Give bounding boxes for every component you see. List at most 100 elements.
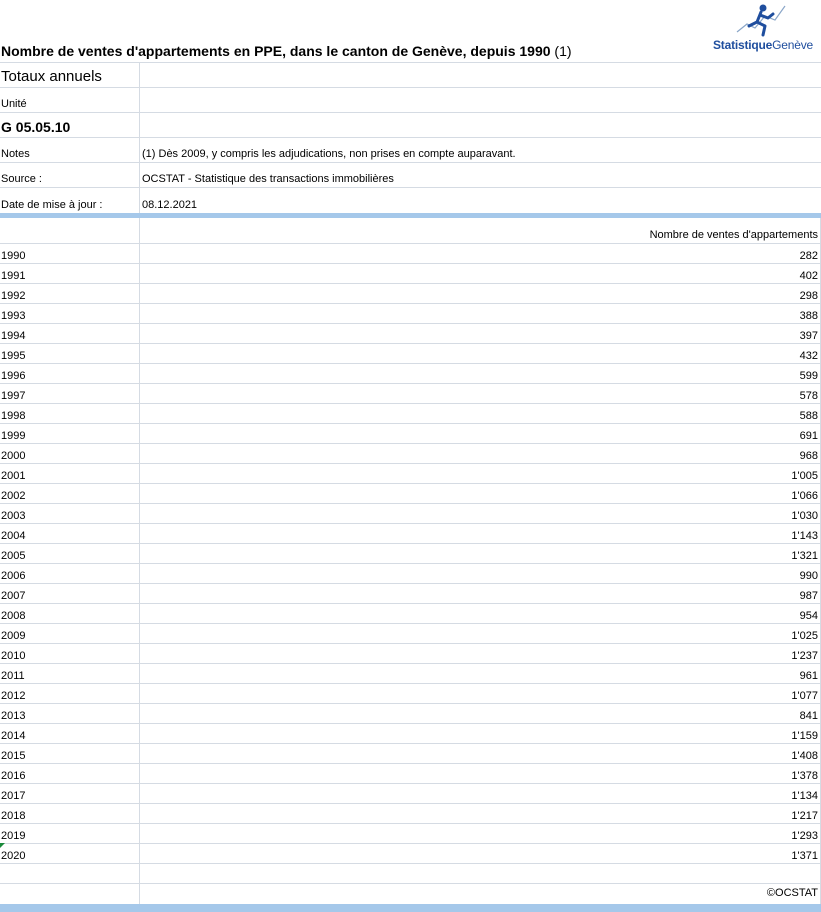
table-row: 1999 691 [0,424,821,444]
table-row: 1997 578 [0,384,821,404]
table-row: 2018 1'217 [0,804,821,824]
table-row: 2002 1'066 [0,484,821,504]
year-cell: 2002 [1,490,26,502]
year-cell: 1998 [1,410,26,422]
value-cell: 1'378 [791,770,818,782]
table-row: 1992 298 [0,284,821,304]
subtitle: Totaux annuels [1,68,102,85]
meta-column-divider [139,63,140,213]
year-cell: 2017 [1,790,26,802]
copyright: ©OCSTAT [766,887,818,899]
year-cell: 2003 [1,510,26,522]
value-cell: 1'025 [791,630,818,642]
value-cell: 578 [799,390,818,402]
table-row: 2008 954 [0,604,821,624]
year-cell: 2004 [1,530,26,542]
table-row: 2001 1'005 [0,464,821,484]
year-cell: 2015 [1,750,26,762]
cell-comment-indicator [0,843,5,848]
year-cell: 2012 [1,690,26,702]
column-header: Nombre de ventes d'appartements [649,229,818,241]
year-cell: 1994 [1,330,26,342]
table-row: 1993 388 [0,304,821,324]
value-cell: 1'005 [791,470,818,482]
value-cell: 1'143 [791,530,818,542]
table-row: 2006 990 [0,564,821,584]
value-cell: 1'217 [791,810,818,822]
table-row: 2009 1'025 [0,624,821,644]
table-code: G 05.05.10 [1,119,71,135]
year-cell: 2001 [1,470,26,482]
update-value: 08.12.2021 [142,199,198,211]
value-cell: 282 [799,250,818,262]
table-row: 1994 397 [0,324,821,344]
value-cell: 1'066 [791,490,818,502]
value-cell: 1'159 [791,730,818,742]
value-cell: 954 [799,610,818,622]
table-row: 2013 841 [0,704,821,724]
year-cell: 2008 [1,610,26,622]
year-cell: 2011 [1,670,25,682]
code-row: G 05.05.10 [0,113,821,138]
source-label: Source : [1,173,42,185]
value-cell: 961 [799,670,818,682]
year-cell: 1990 [1,250,26,262]
notes-row: Notes (1) Dès 2009, y compris les adjudi… [0,138,821,163]
value-cell: 388 [799,310,818,322]
update-row: Date de mise à jour : 08.12.2021 [0,188,821,213]
value-cell: 1'030 [791,510,818,522]
table-row: 2003 1'030 [0,504,821,524]
year-cell: 2005 [1,550,26,562]
year-cell: 1992 [1,290,26,302]
year-cell: 2016 [1,770,26,782]
unit-label: Unité [1,98,27,110]
table-row: 2014 1'159 [0,724,821,744]
source-value: OCSTAT - Statistique des transactions im… [142,173,394,185]
table-row: 1990 282 [0,244,821,264]
subtitle-row: Totaux annuels [0,63,821,88]
table-row: 2015 1'408 [0,744,821,764]
value-cell: 1'293 [791,830,818,842]
table-row: 2017 1'134 [0,784,821,804]
value-cell: 298 [799,290,818,302]
table-row: 2011 961 [0,664,821,684]
value-cell: 1'371 [791,850,818,862]
value-cell: 1'408 [791,750,818,762]
table-row: 2010 1'237 [0,644,821,664]
source-row: Source : OCSTAT - Statistique des transa… [0,163,821,188]
value-cell: 987 [799,590,818,602]
footer-band [0,904,821,912]
value-cell: 402 [799,270,818,282]
year-cell: 2014 [1,730,26,742]
year-cell: 1995 [1,350,26,362]
table-row: 2000 968 [0,444,821,464]
year-cell: 2010 [1,650,26,662]
year-cell: 1993 [1,310,26,322]
unit-row: Unité [0,88,821,113]
year-cell: 1999 [1,430,26,442]
year-cell: 2000 [1,450,26,462]
table-row: 2019 1'293 [0,824,821,844]
empty-row [0,864,821,884]
table-row: 1991 402 [0,264,821,284]
spreadsheet: StatistiqueGenève Nombre de ventes d'app… [0,0,821,912]
value-cell: 691 [799,430,818,442]
value-cell: 1'134 [791,790,818,802]
year-cell: 2009 [1,630,26,642]
year-cell: 2019 [1,830,26,842]
table-row: 2012 1'077 [0,684,821,704]
year-cell: 1991 [1,270,26,282]
value-cell: 968 [799,450,818,462]
table-row: 2016 1'378 [0,764,821,784]
table-row: 2020 1'371 [0,844,821,864]
value-cell: 1'077 [791,690,818,702]
table-row: 1996 599 [0,364,821,384]
year-cell: 2006 [1,570,26,582]
value-cell: 1'321 [791,550,818,562]
value-cell: 1'237 [791,650,818,662]
year-cell: 1997 [1,390,26,402]
value-cell: 990 [799,570,818,582]
table-row: 1998 588 [0,404,821,424]
year-cell: 2013 [1,710,26,722]
year-cell: 2020 [1,850,26,862]
